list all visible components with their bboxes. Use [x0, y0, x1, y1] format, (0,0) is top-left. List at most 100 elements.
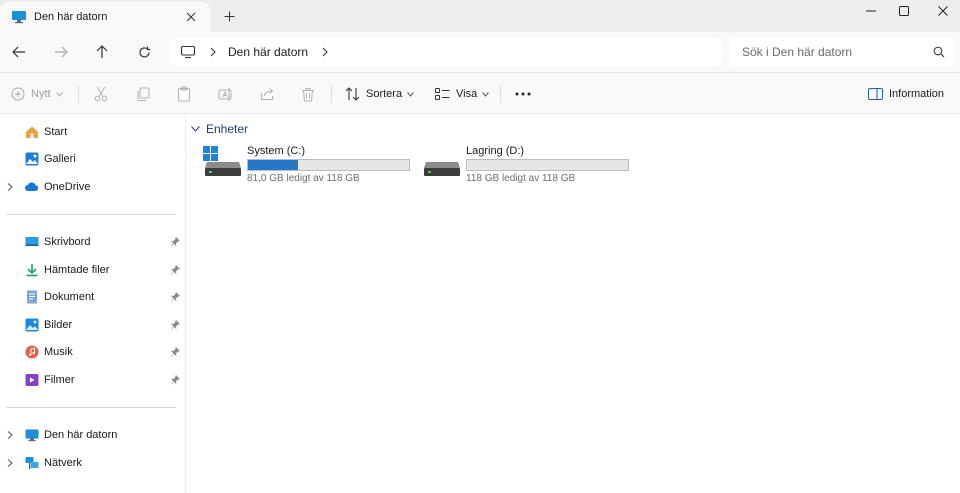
cut-icon[interactable] — [94, 85, 108, 103]
video-icon — [25, 373, 39, 387]
tab-den-har-datorn[interactable]: Den här datorn — [0, 2, 210, 32]
copy-icon[interactable] — [136, 85, 150, 103]
sidebar-item-hamtade-filer[interactable]: Hämtade filer — [0, 259, 186, 281]
maximize-icon[interactable] — [892, 2, 916, 20]
drive-icon — [422, 146, 462, 178]
drive-name: Lagring (D:) — [466, 145, 525, 157]
music-icon — [25, 345, 39, 359]
close-window-icon[interactable] — [931, 2, 955, 20]
sidebar-item-bilder[interactable]: Bilder — [0, 314, 186, 336]
search-placeholder: Sök i Den här datorn — [742, 45, 853, 59]
group-header-enheter[interactable]: Enheter — [191, 122, 248, 136]
information-label: Information — [889, 88, 945, 100]
tab-label: Den här datorn — [34, 11, 108, 23]
gallery-icon — [25, 152, 39, 166]
drive-item-c[interactable]: System (C:) 81,0 GB ledigt av 118 GB — [203, 144, 413, 188]
sidebar-item-filmer[interactable]: Filmer — [0, 369, 186, 391]
content-pane: Enheter System (C:) 81,0 GB ledigt av 11… — [187, 114, 960, 493]
refresh-icon[interactable] — [134, 42, 154, 62]
pin-icon[interactable] — [171, 320, 180, 330]
monitor-icon — [11, 10, 27, 24]
close-tab-icon[interactable] — [184, 10, 198, 24]
breadcrumb-item[interactable]: Den här datorn — [228, 45, 308, 59]
search-box[interactable]: Sök i Den här datorn — [729, 38, 955, 66]
drive-item-d[interactable]: Lagring (D:) 118 GB ledigt av 118 GB — [422, 144, 632, 188]
sidebar-item-onedrive[interactable]: OneDrive — [0, 176, 186, 198]
navigation-bar: Den här datorn Sök i Den här datorn — [0, 32, 960, 72]
separator — [78, 85, 79, 103]
search-icon — [933, 46, 945, 58]
sidebar-item-label: Skrivbord — [44, 236, 91, 248]
title-bar: Den här datorn — [0, 0, 960, 32]
pin-icon[interactable] — [171, 375, 180, 385]
chevron-right-icon[interactable] — [7, 183, 15, 191]
home-icon — [25, 125, 39, 139]
new-label: Nytt — [31, 88, 51, 100]
new-tab-icon[interactable] — [222, 9, 236, 23]
forward-arrow-icon[interactable] — [51, 42, 71, 62]
pin-icon[interactable] — [171, 237, 180, 247]
download-icon — [25, 263, 39, 277]
command-bar: Nytt Sortera Visa Information — [0, 72, 960, 114]
information-button[interactable]: Information — [868, 85, 944, 103]
sidebar-item-label: Hämtade filer — [44, 264, 110, 276]
separator — [500, 85, 501, 103]
new-button[interactable]: Nytt — [11, 85, 63, 103]
sidebar-item-den-har-datorn[interactable]: Den här datorn — [0, 424, 186, 446]
sidebar-item-label: Nätverk — [44, 457, 82, 469]
drive-usage-fill — [248, 160, 298, 170]
monitor-icon — [25, 428, 39, 442]
pin-icon[interactable] — [171, 265, 180, 275]
drive-free-space: 81,0 GB ledigt av 118 GB — [247, 173, 360, 184]
chevron-right-icon[interactable] — [7, 459, 15, 467]
sidebar-item-start[interactable]: Start — [0, 121, 186, 143]
sidebar-item-label: OneDrive — [44, 181, 91, 193]
delete-icon[interactable] — [301, 85, 315, 103]
sort-label: Sortera — [366, 88, 403, 100]
sidebar-item-musik[interactable]: Musik — [0, 341, 186, 363]
view-button[interactable]: Visa — [435, 85, 490, 103]
chevron-right-icon[interactable] — [7, 431, 15, 439]
sidebar-item-label: Den här datorn — [44, 429, 118, 441]
sidebar-divider — [6, 214, 176, 215]
drive-name: System (C:) — [247, 145, 306, 157]
sidebar-divider — [6, 407, 176, 408]
paste-icon[interactable] — [177, 85, 191, 103]
chevron-right-icon — [208, 47, 218, 57]
sidebar-item-natverk[interactable]: Nätverk — [0, 452, 186, 474]
up-arrow-icon[interactable] — [92, 42, 112, 62]
chevron-down-icon — [55, 91, 63, 97]
sidebar-item-skrivbord[interactable]: Skrivbord — [0, 231, 186, 253]
chevron-down-icon — [482, 91, 490, 97]
chevron-right-icon[interactable] — [320, 47, 330, 57]
drive-usage-bar — [247, 159, 410, 171]
cloud-icon — [25, 180, 39, 194]
chevron-down-icon — [191, 126, 200, 132]
rename-icon[interactable] — [218, 85, 233, 103]
sort-button[interactable]: Sortera — [345, 85, 414, 103]
more-options-icon[interactable] — [515, 85, 531, 103]
pin-icon[interactable] — [171, 347, 180, 357]
sidebar-item-label: Start — [44, 126, 68, 138]
sidebar-item-dokument[interactable]: Dokument — [0, 286, 186, 308]
desktop-icon — [25, 235, 39, 249]
drive-usage-bar — [466, 159, 629, 171]
system-drive-icon — [203, 146, 243, 178]
pin-icon[interactable] — [171, 292, 180, 302]
document-icon — [25, 290, 39, 304]
group-title: Enheter — [206, 122, 249, 136]
sidebar-item-galleri[interactable]: Galleri — [0, 148, 186, 170]
drive-free-space: 118 GB ledigt av 118 GB — [466, 173, 576, 184]
pictures-icon — [25, 318, 39, 332]
back-arrow-icon[interactable] — [9, 42, 29, 62]
sidebar-item-label: Musik — [44, 346, 73, 358]
minimize-icon[interactable] — [859, 2, 883, 20]
monitor-outline-icon — [180, 45, 196, 59]
navigation-pane: Start Galleri OneDrive Skrivbord Hämtade… — [0, 114, 186, 493]
view-label: Visa — [456, 88, 478, 100]
share-icon[interactable] — [260, 85, 275, 103]
separator — [331, 85, 332, 103]
network-icon — [25, 456, 39, 470]
address-bar[interactable]: Den här datorn — [170, 38, 722, 66]
sidebar-item-label: Filmer — [44, 374, 75, 386]
